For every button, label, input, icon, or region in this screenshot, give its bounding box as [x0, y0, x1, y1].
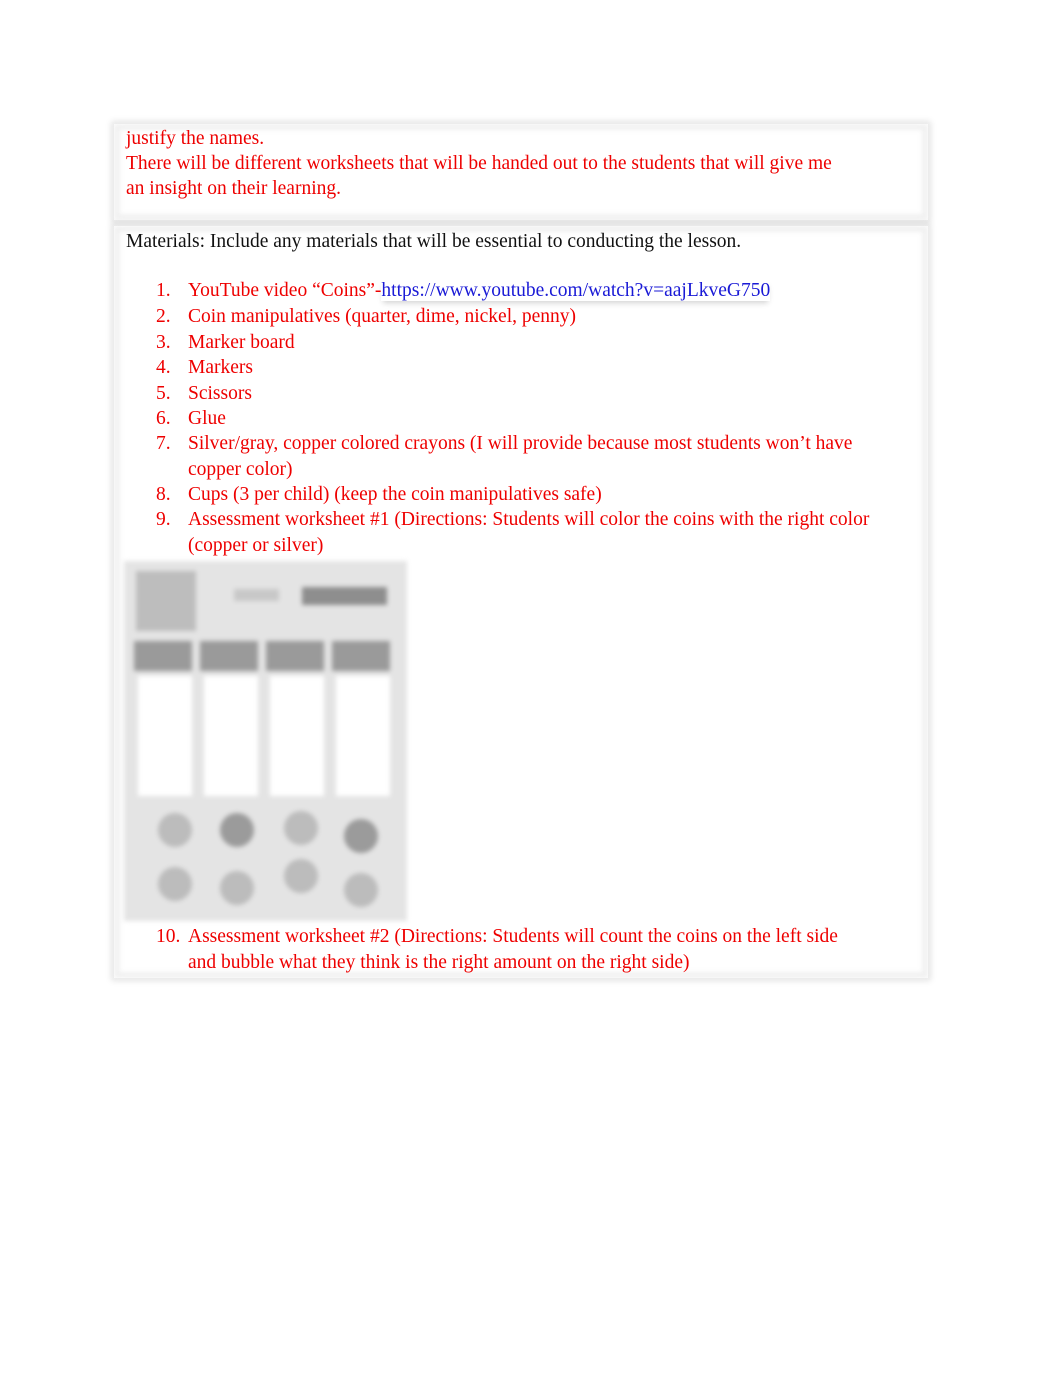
- coin-icon: [344, 873, 378, 907]
- coin-icon: [284, 859, 318, 893]
- list-number: 7.: [156, 433, 171, 454]
- assessment-text-line-3: an insight on their learning.: [126, 178, 341, 199]
- list-item-text: Assessment worksheet #1 (Directions: Stu…: [188, 509, 870, 530]
- list-item-text: Silver/gray, copper colored crayons (I w…: [188, 433, 853, 454]
- list-item-text-continued: (copper or silver): [188, 535, 324, 556]
- coin-icon: [158, 813, 192, 847]
- worksheet-column: [204, 676, 258, 796]
- list-item-text: Glue: [188, 408, 226, 429]
- assessment-text-line-2: There will be different worksheets that …: [126, 153, 832, 174]
- list-number: 10.: [156, 926, 181, 947]
- coin-icon: [220, 871, 254, 905]
- list-number: 4.: [156, 357, 171, 378]
- list-number: 6.: [156, 408, 171, 429]
- worksheet-column-header: [332, 641, 390, 671]
- list-item-text: Cups (3 per child) (keep the coin manipu…: [188, 484, 602, 505]
- coin-icon: [158, 867, 192, 901]
- list-number: 5.: [156, 383, 171, 404]
- worksheet-column-header: [200, 641, 258, 671]
- coin-icon: [344, 819, 378, 853]
- worksheet-column: [336, 676, 390, 796]
- list-item-text-continued: and bubble what they think is the right …: [188, 952, 690, 973]
- list-number: 1.: [156, 280, 171, 301]
- list-number: 2.: [156, 306, 171, 327]
- list-item-text: Coin manipulatives (quarter, dime, nicke…: [188, 306, 577, 327]
- worksheet-column: [138, 676, 192, 796]
- worksheet-image: [124, 561, 407, 921]
- assessment-text-line-1: justify the names.: [126, 128, 265, 149]
- list-item-text: Markers: [188, 357, 253, 378]
- list-item-text: Scissors: [188, 383, 252, 404]
- worksheet-column-header: [134, 641, 192, 671]
- coin-icon: [220, 813, 254, 847]
- list-number: 9.: [156, 509, 171, 530]
- worksheet-logo: [136, 571, 196, 631]
- coin-icon: [284, 811, 318, 845]
- materials-heading: Materials: Include any materials that wi…: [126, 231, 742, 252]
- list-item-text: YouTube video “Coins”-: [188, 280, 382, 301]
- worksheet-column-header: [266, 641, 324, 671]
- youtube-link[interactable]: https://www.youtube.com/watch?v=aajLkveG…: [381, 280, 770, 301]
- list-item-text-continued: copper color): [188, 459, 293, 480]
- worksheet-title-word-2: [302, 587, 387, 605]
- list-number: 3.: [156, 332, 171, 353]
- list-number: 8.: [156, 484, 171, 505]
- list-item-text: Marker board: [188, 332, 295, 353]
- list-item-text: Assessment worksheet #2 (Directions: Stu…: [188, 926, 838, 947]
- worksheet-title-word-1: [234, 589, 279, 601]
- worksheet-column: [270, 676, 324, 796]
